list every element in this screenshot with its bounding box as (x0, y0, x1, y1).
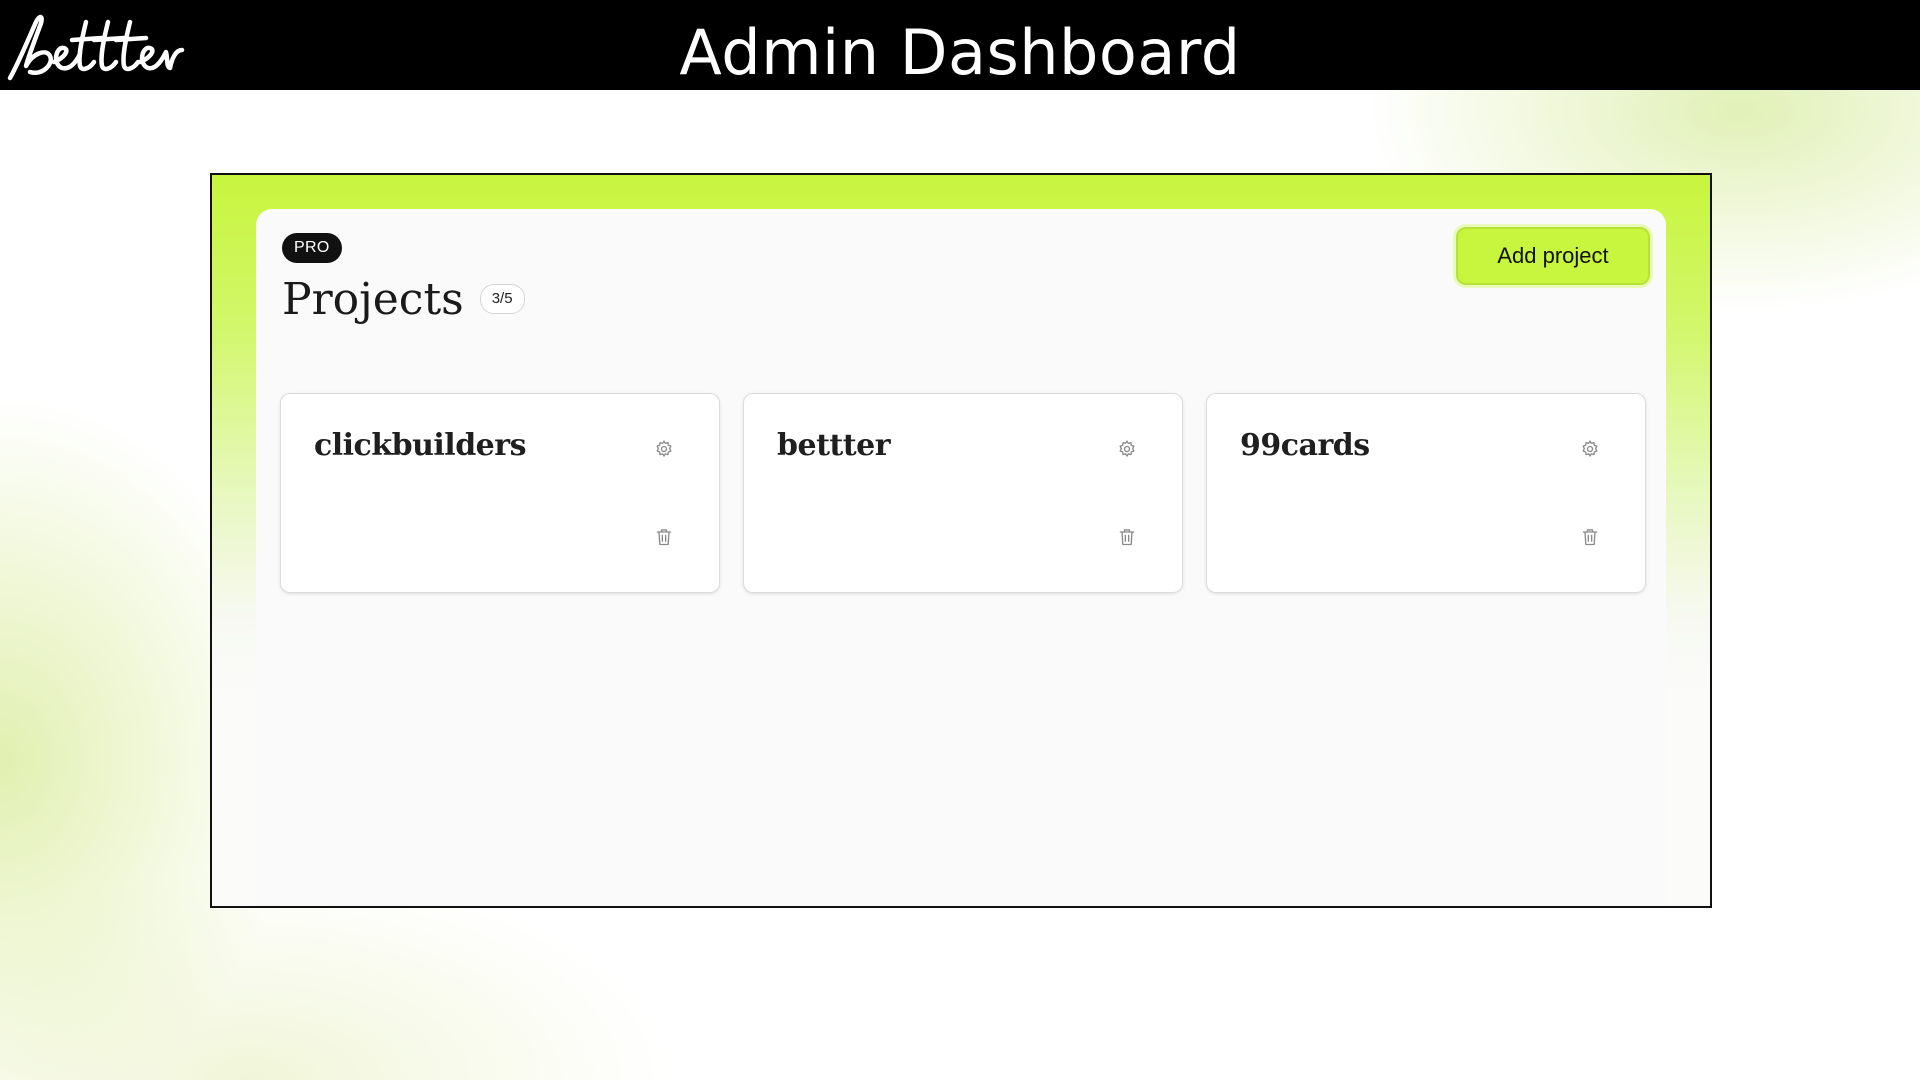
gear-icon[interactable] (1579, 438, 1601, 460)
project-count-badge: 3/5 (479, 284, 525, 314)
trash-icon[interactable] (1579, 526, 1601, 548)
project-card-list: clickbuilders bettter 99cards (280, 393, 1650, 593)
project-card[interactable]: bettter (743, 393, 1183, 593)
projects-heading: Projects 3/5 (282, 271, 525, 327)
project-card[interactable]: 99cards (1206, 393, 1646, 593)
pro-plan-badge: PRO (282, 233, 342, 263)
header-bar: Admin Dashboard (0, 0, 1920, 90)
dashboard-screenshot-frame: PRO Projects 3/5 Add project clickbuilde… (210, 173, 1712, 908)
projects-title: Projects (282, 273, 464, 325)
gear-icon[interactable] (653, 438, 675, 460)
project-name[interactable]: bettter (777, 428, 891, 463)
gear-icon[interactable] (1116, 438, 1138, 460)
project-card[interactable]: clickbuilders (280, 393, 720, 593)
trash-icon[interactable] (1116, 526, 1138, 548)
projects-panel: PRO Projects 3/5 Add project clickbuilde… (256, 209, 1666, 906)
page-title: Admin Dashboard (679, 16, 1241, 89)
project-name[interactable]: 99cards (1240, 428, 1370, 463)
trash-icon[interactable] (653, 526, 675, 548)
project-name[interactable]: clickbuilders (314, 428, 526, 463)
add-project-button[interactable]: Add project (1456, 227, 1650, 285)
